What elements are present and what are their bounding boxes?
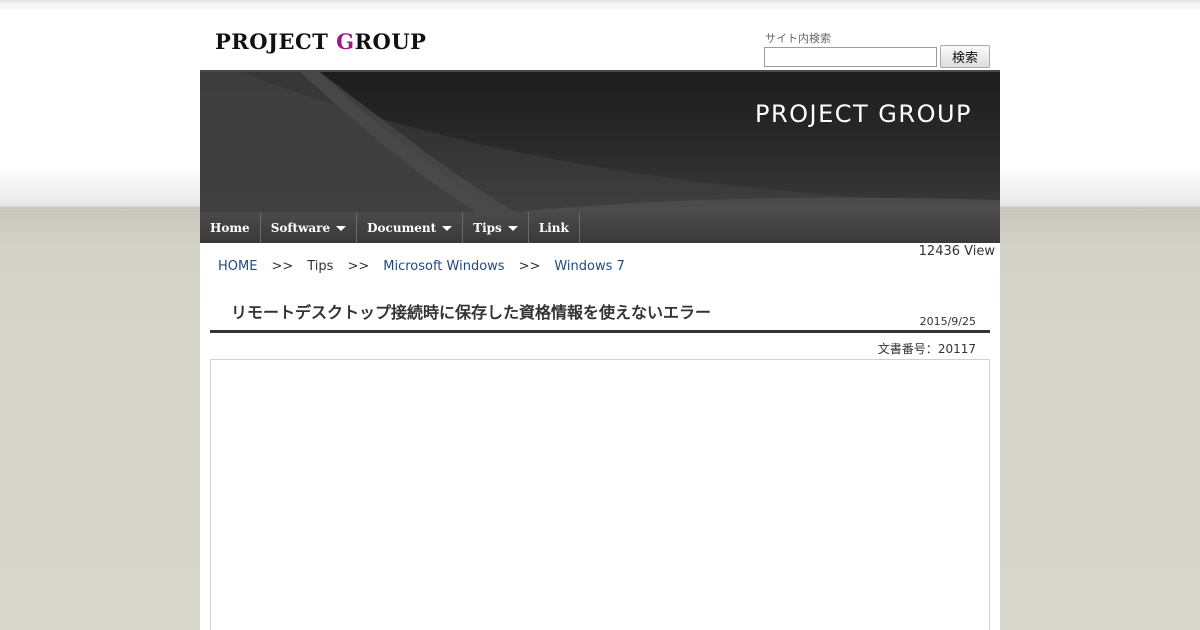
article-date: 2015/9/25 (919, 315, 976, 328)
nav-item-label: Document (367, 220, 437, 235)
caret-down-icon (336, 226, 347, 231)
page-title: リモートデスクトップ接続時に保存した資格情報を使えないエラー (231, 303, 712, 322)
main-nav: Home Software Document Tips Link (200, 212, 1000, 243)
caret-down-icon (442, 226, 453, 231)
site-logo[interactable]: PROJECT GROUP (215, 29, 426, 54)
logo-text-accent: G (336, 29, 355, 54)
logo-text-rest: ROUP (354, 29, 427, 54)
nav-item-label: Link (538, 220, 569, 235)
header-banner: PROJECT GROUP (200, 70, 1000, 212)
banner-swoosh-graphic (200, 72, 1000, 212)
nav-item-label: Home (210, 220, 250, 235)
breadcrumb-separator: >> (518, 259, 541, 274)
nav-item-label: Tips (473, 220, 502, 235)
nav-item-link[interactable]: Link (529, 212, 580, 243)
nav-item-home[interactable]: Home (200, 212, 261, 243)
breadcrumb-microsoft-windows-link[interactable]: Microsoft Windows (383, 259, 504, 274)
caret-down-icon (507, 226, 518, 231)
document-number-label: 文書番号： (877, 342, 938, 356)
nav-item-label: Software (270, 220, 331, 235)
logo-text-main: PROJECT (215, 29, 337, 54)
nav-item-tips[interactable]: Tips (463, 212, 529, 243)
breadcrumb-separator: >> (347, 259, 370, 274)
breadcrumb: HOME >> Tips >> Microsoft Windows >> Win… (218, 259, 625, 274)
nav-item-document[interactable]: Document (357, 212, 464, 243)
search-input[interactable] (764, 47, 937, 67)
document-number: 文書番号：20117 (878, 340, 976, 357)
search-label: サイト内検索 (765, 32, 831, 45)
main-content: 12436 View HOME >> Tips >> Microsoft Win… (200, 243, 1000, 630)
page-container: PROJECT GROUP サイト内検索 検索 PROJECT GROUP Ho… (200, 0, 1000, 630)
site-header: PROJECT GROUP サイト内検索 検索 (200, 10, 1000, 70)
breadcrumb-tips: Tips (307, 259, 334, 274)
breadcrumb-home-link[interactable]: HOME (218, 259, 257, 274)
document-number-value: 20117 (937, 342, 976, 356)
nav-item-software[interactable]: Software (261, 212, 358, 243)
search-button[interactable]: 検索 (940, 45, 990, 68)
title-divider (210, 330, 990, 333)
article-body-frame (210, 359, 990, 630)
breadcrumb-windows-7-link[interactable]: Windows 7 (554, 259, 624, 274)
view-count: 12436 View (918, 244, 995, 259)
banner-title: PROJECT GROUP (754, 100, 972, 128)
breadcrumb-separator: >> (271, 259, 294, 274)
